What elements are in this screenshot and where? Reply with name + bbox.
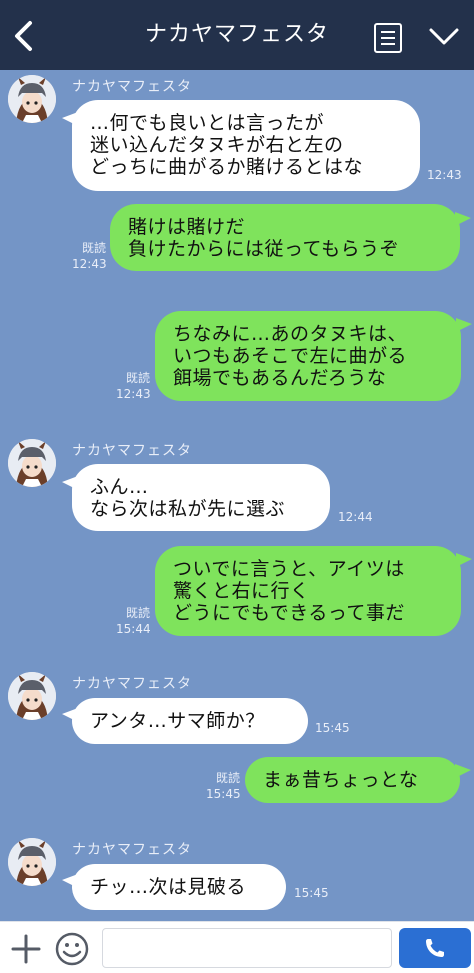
message-bubble-outgoing[interactable]: まぁ昔ちょっとな bbox=[245, 757, 460, 803]
avatar-image bbox=[8, 439, 56, 487]
message-bubble-incoming[interactable]: ふん… なら次は私が先に選ぶ bbox=[72, 464, 330, 531]
avatar[interactable] bbox=[8, 75, 56, 123]
chat-header: ナカヤマフェスタ bbox=[0, 0, 474, 70]
message-bubble-outgoing[interactable]: ちなみに…あのタヌキは、 いつもあそこで左に曲がる 餌場でもあるんだろうな bbox=[155, 311, 461, 401]
read-receipt: 既読 bbox=[81, 241, 106, 255]
sender-name: ナカヤマフェスタ bbox=[72, 842, 192, 858]
avatar[interactable] bbox=[8, 672, 56, 720]
message-time: 12:44 bbox=[338, 510, 373, 524]
message-time: 15:45 bbox=[206, 787, 241, 801]
avatar[interactable] bbox=[8, 838, 56, 886]
message-input[interactable] bbox=[102, 928, 392, 968]
message-bubble-incoming[interactable]: アンタ…サマ師か？ bbox=[72, 698, 308, 744]
message-bubble-incoming[interactable]: …何でも良いとは言ったが 迷い込んだタヌキが右と左の どっちに曲がるか賭けるとは… bbox=[72, 100, 420, 191]
call-button[interactable] bbox=[399, 928, 471, 968]
message-bubble-outgoing[interactable]: ついでに言うと、アイツは 驚くと右に行く どうにでもできるって事だ bbox=[155, 546, 461, 636]
bubble-tail bbox=[456, 553, 472, 567]
sender-name: ナカヤマフェスタ bbox=[72, 443, 192, 459]
menu-list-icon[interactable] bbox=[373, 22, 403, 54]
back-chevron-icon[interactable] bbox=[10, 20, 36, 52]
chevron-down-icon[interactable] bbox=[428, 26, 460, 48]
avatar-image bbox=[8, 838, 56, 886]
avatar-image bbox=[8, 75, 56, 123]
bubble-tail bbox=[455, 212, 471, 226]
read-receipt: 既読 bbox=[215, 771, 240, 785]
sender-name: ナカヤマフェスタ bbox=[72, 676, 192, 692]
message-time: 12:43 bbox=[116, 387, 151, 401]
read-receipt: 既読 bbox=[125, 371, 150, 385]
smile-icon[interactable] bbox=[54, 931, 90, 967]
message-time: 15:44 bbox=[116, 622, 151, 636]
composer-bar bbox=[0, 921, 474, 973]
phone-icon bbox=[426, 939, 444, 957]
message-bubble-incoming[interactable]: チッ…次は見破る bbox=[72, 864, 286, 910]
message-time: 15:45 bbox=[294, 886, 329, 900]
bubble-tail bbox=[456, 318, 472, 332]
plus-icon[interactable] bbox=[10, 933, 42, 965]
sender-name: ナカヤマフェスタ bbox=[72, 79, 192, 95]
message-time: 12:43 bbox=[427, 168, 462, 182]
avatar-image bbox=[8, 672, 56, 720]
read-receipt: 既読 bbox=[125, 606, 150, 620]
message-bubble-outgoing[interactable]: 賭けは賭けだ 負けたからには従ってもらうぞ bbox=[110, 204, 460, 271]
avatar[interactable] bbox=[8, 439, 56, 487]
message-time: 15:45 bbox=[315, 721, 350, 735]
message-time: 12:43 bbox=[72, 257, 107, 271]
bubble-tail bbox=[455, 764, 471, 778]
